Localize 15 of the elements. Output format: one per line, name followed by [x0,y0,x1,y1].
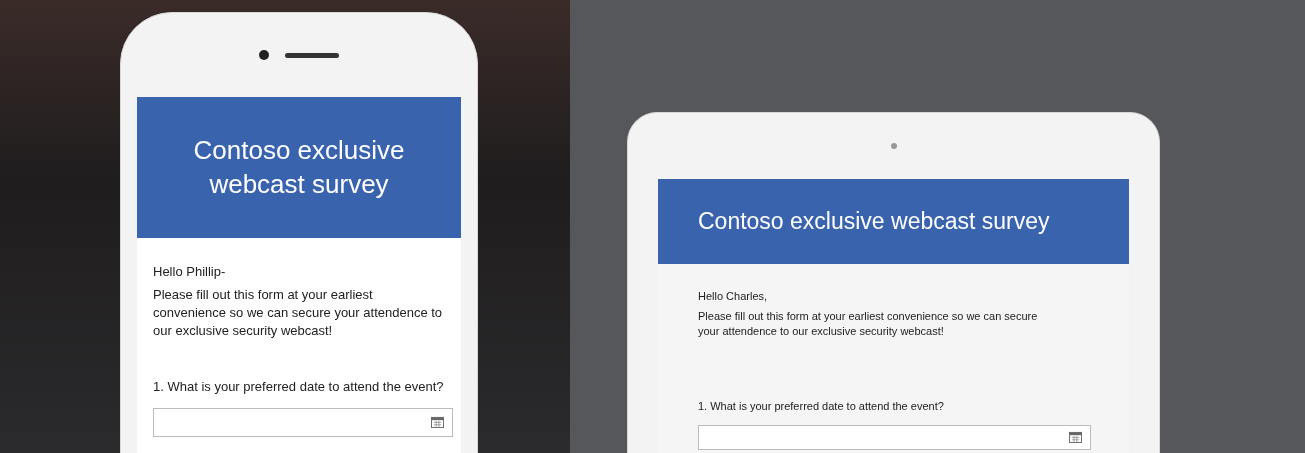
greeting-text: Hello Phillip- [153,264,227,279]
front-camera-icon [890,143,897,149]
speaker-slot-icon [285,52,339,58]
message-text: Please fill out this form at your earliest convenience so we can secure your attendence to our exclusive security webcast! [698,309,1038,340]
form-title: Contoso exclusive webcast survey [698,208,1050,235]
calendar-icon[interactable] [431,416,444,429]
message-text: Please fill out this form at your earliest convenience so we can secure your attendence to our exclusive security webcast! [153,286,444,341]
form-title: Contoso exclusive webcast survey [192,133,406,201]
greeting-text: Hello Charles, [698,290,769,302]
question-label: 1. What is your preferred date to attend the event? [153,378,445,394]
calendar-icon[interactable] [1069,431,1082,444]
question-label: 1. What is your preferred date to attend the event? [698,399,945,412]
date-input-field[interactable] [153,407,453,437]
date-input-field[interactable] [698,424,1091,450]
front-camera-icon [259,50,269,60]
